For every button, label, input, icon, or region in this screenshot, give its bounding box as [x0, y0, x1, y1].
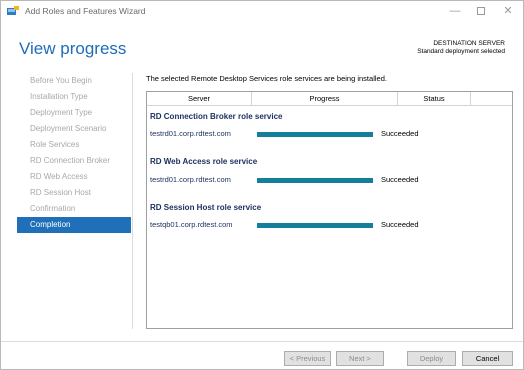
destination-server-label: DESTINATION SERVER — [433, 40, 505, 47]
status-text: Succeeded — [381, 175, 419, 184]
nav-item-rd-session-host: RD Session Host — [30, 188, 91, 197]
group-title: RD Web Access role service — [150, 157, 258, 166]
destination-server-value: Standard deployment selected — [417, 48, 505, 55]
window-title: Add Roles and Features Wizard — [25, 6, 146, 16]
status-text: Succeeded — [381, 129, 419, 138]
nav-item-installation-type: Installation Type — [30, 92, 88, 101]
nav-item-completion[interactable]: Completion — [17, 217, 131, 233]
title-bar[interactable]: Add Roles and Features Wizard — ✕ — [1, 1, 523, 22]
progress-bar — [257, 132, 373, 137]
cancel-button[interactable]: Cancel — [462, 351, 513, 366]
nav-item-before-you-begin: Before You Begin — [30, 76, 92, 85]
nav-item-deployment-type: Deployment Type — [30, 108, 93, 117]
minimize-button[interactable]: — — [441, 3, 469, 20]
nav-item-deployment-scenario: Deployment Scenario — [30, 124, 107, 133]
nav-item-rd-connection-broker: RD Connection Broker — [30, 156, 111, 165]
server-name: testrd01.corp.rdtest.com — [150, 129, 231, 138]
page-title: View progress — [19, 39, 127, 58]
column-header-progress[interactable]: Progress — [252, 92, 398, 106]
status-text: Succeeded — [381, 220, 419, 229]
nav-item-role-services: Role Services — [30, 140, 80, 149]
column-header-status[interactable]: Status — [398, 92, 471, 106]
next-button[interactable]: Next > — [336, 351, 384, 366]
progress-intro-text: The selected Remote Desktop Services rol… — [146, 74, 387, 83]
server-name: testrd01.corp.rdtest.com — [150, 175, 231, 184]
previous-button[interactable]: < Previous — [284, 351, 331, 366]
progress-bar — [257, 223, 373, 228]
close-button[interactable]: ✕ — [494, 3, 522, 20]
progress-bar-fill — [257, 178, 373, 183]
group-title: RD Connection Broker role service — [150, 112, 283, 121]
wizard-window: Add Roles and Features Wizard — ✕ View p… — [0, 0, 524, 370]
wizard-steps-nav: Before You Begin Installation Type Deplo… — [17, 73, 131, 233]
maximize-button[interactable] — [467, 3, 495, 20]
maximize-icon — [477, 7, 485, 15]
nav-item-confirmation: Confirmation — [30, 204, 76, 213]
progress-bar-fill — [257, 132, 373, 137]
progress-bar-fill — [257, 223, 373, 228]
column-header-filler — [471, 92, 512, 106]
column-header-server[interactable]: Server — [147, 92, 252, 106]
group-title: RD Session Host role service — [150, 203, 262, 212]
progress-bar — [257, 178, 373, 183]
nav-item-rd-web-access: RD Web Access — [30, 172, 88, 181]
deploy-button[interactable]: Deploy — [407, 351, 456, 366]
progress-results-panel: Server Progress Status RD Connection Bro… — [146, 91, 513, 329]
nav-divider — [132, 73, 133, 329]
server-name: testqb01.corp.rdtest.com — [150, 220, 233, 229]
footer-divider — [1, 341, 523, 342]
server-manager-icon — [7, 6, 19, 15]
